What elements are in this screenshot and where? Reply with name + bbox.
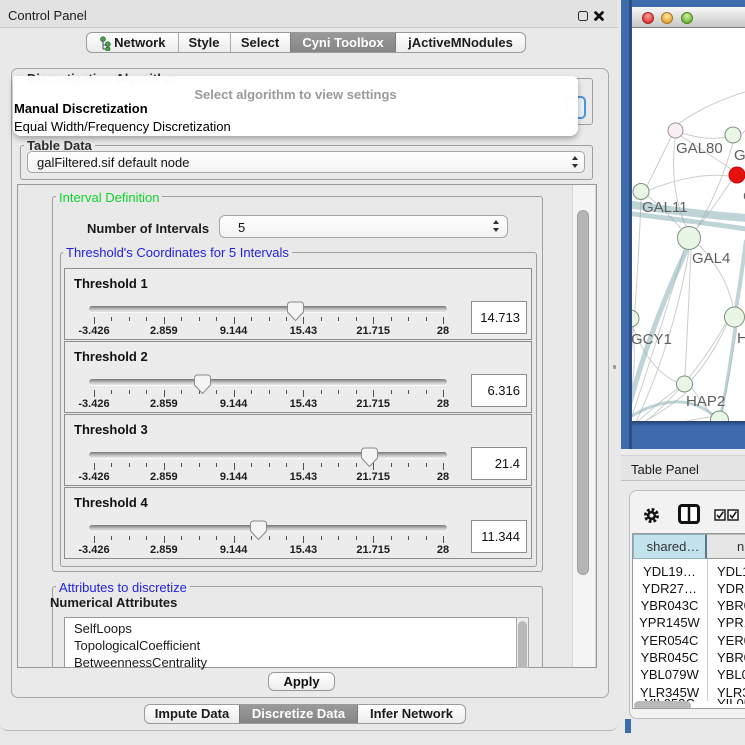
svg-text:GAL11: GAL11 bbox=[642, 199, 688, 216]
svg-text:GAL4: GAL4 bbox=[692, 250, 730, 267]
svg-text:HAP2: HAP2 bbox=[686, 393, 725, 410]
svg-text:GAL80: GAL80 bbox=[676, 140, 723, 157]
svg-text:GAL: GAL bbox=[734, 147, 745, 164]
svg-text:GCY1: GCY1 bbox=[632, 331, 672, 348]
svg-text:H: H bbox=[737, 330, 745, 347]
